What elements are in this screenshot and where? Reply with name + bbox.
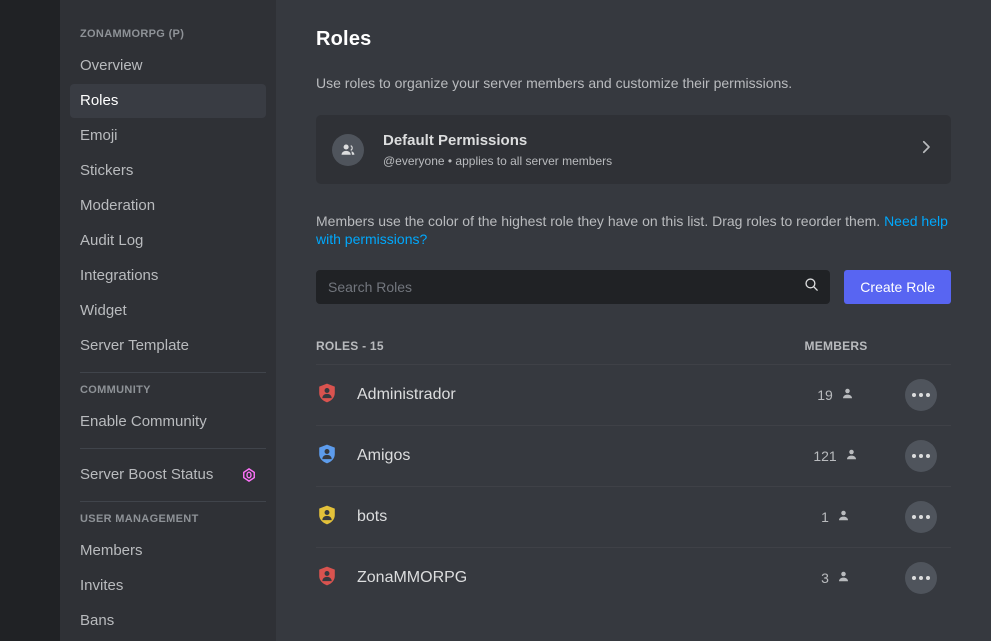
role-shield-icon <box>316 382 338 409</box>
sidebar-item-label: Invites <box>80 577 124 594</box>
create-role-button[interactable]: Create Role <box>844 270 951 304</box>
sidebar-item-moderation[interactable]: Moderation <box>70 189 266 223</box>
sidebar-item-label: Members <box>80 542 143 559</box>
person-icon <box>840 386 855 404</box>
chevron-right-icon <box>917 138 935 161</box>
sidebar-item-emoji[interactable]: Emoji <box>70 119 266 153</box>
table-row[interactable]: Administrador 19 <box>316 364 951 425</box>
sidebar-item-label: Widget <box>80 302 127 319</box>
sidebar-item-label: Moderation <box>80 197 156 214</box>
people-icon <box>332 133 364 166</box>
sidebar-item-enable-community[interactable]: Enable Community <box>70 405 266 439</box>
sidebar-community-header: COMMUNITY <box>80 384 151 396</box>
column-header-members: MEMBERS <box>804 339 868 353</box>
discord-server-settings: ZONAMMORPG (P) Overview Roles Emoji Sticker… <box>0 0 991 641</box>
sidebar-user-management-header: USER MANAGEMENT <box>80 513 199 525</box>
default-permissions-description: @everyone • applies to all server member… <box>383 153 613 168</box>
default-permissions-title: Default Permissions <box>383 131 528 149</box>
search-roles-container[interactable] <box>316 270 831 304</box>
sidebar-item-server-template[interactable]: Server Template <box>70 329 266 363</box>
sidebar-item-label: Overview <box>80 57 143 74</box>
table-row[interactable]: bots 1 <box>316 486 951 547</box>
main-content: Roles Use roles to organize your server … <box>276 0 991 641</box>
page-title: Roles <box>316 28 372 50</box>
role-name: bots <box>357 508 388 525</box>
sidebar-item-label: Roles <box>80 92 119 109</box>
role-shield-icon <box>316 443 338 470</box>
role-member-count-value: 121 <box>813 448 837 464</box>
page-subtitle: Use roles to organize your server member… <box>316 75 793 91</box>
roles-toolbar: Create Role <box>316 270 951 304</box>
sidebar-item-stickers[interactable]: Stickers <box>70 154 266 188</box>
role-member-count-value: 3 <box>821 570 829 586</box>
sidebar-divider <box>80 372 266 373</box>
role-shield-icon <box>316 565 338 592</box>
more-options-icon[interactable] <box>905 562 937 594</box>
role-member-count-value: 19 <box>817 387 833 403</box>
search-input[interactable] <box>328 279 804 295</box>
person-icon <box>836 508 851 526</box>
sidebar-item-invites[interactable]: Invites <box>70 569 266 603</box>
sidebar-left-strip <box>0 0 60 641</box>
role-name: Administrador <box>357 386 456 403</box>
sidebar-item-label: Emoji <box>80 127 118 144</box>
roles-hint-text: Members use the color of the highest rol… <box>316 213 885 229</box>
sidebar-item-bans[interactable]: Bans <box>70 604 266 638</box>
role-member-count: 121 <box>781 447 891 465</box>
sidebar-item-roles[interactable]: Roles <box>70 84 266 118</box>
sidebar-divider <box>80 448 266 449</box>
sidebar-item-label: Bans <box>80 612 115 629</box>
sidebar-item-members[interactable]: Members <box>70 534 266 568</box>
default-permissions-card[interactable]: Default Permissions @everyone • applies … <box>316 115 951 184</box>
sidebar-server-header: ZONAMMORPG (P) <box>80 28 185 40</box>
more-options-icon[interactable] <box>905 379 937 411</box>
more-options-icon[interactable] <box>905 440 937 472</box>
role-member-count: 3 <box>781 569 891 587</box>
sidebar-item-widget[interactable]: Widget <box>70 294 266 328</box>
sidebar-divider <box>80 501 266 502</box>
sidebar-item-overview[interactable]: Overview <box>70 49 266 83</box>
person-icon <box>844 447 859 465</box>
settings-sidebar: ZONAMMORPG (P) Overview Roles Emoji Sticker… <box>60 0 276 641</box>
sidebar-item-label: Stickers <box>80 162 134 179</box>
sidebar-item-server-boost-status[interactable]: Server Boost Status <box>70 458 266 492</box>
sidebar-item-label: Audit Log <box>80 232 144 249</box>
boost-gem-icon <box>242 468 256 482</box>
person-icon <box>836 569 851 587</box>
role-name: Amigos <box>357 447 411 464</box>
table-row[interactable]: Amigos 121 <box>316 425 951 486</box>
column-header-roles: ROLES - 15 <box>316 339 384 353</box>
sidebar-item-label: Server Boost Status <box>80 466 214 483</box>
sidebar-item-label: Enable Community <box>80 413 207 430</box>
table-row[interactable]: ZonaMMORPG 3 <box>316 547 951 608</box>
role-member-count: 1 <box>781 508 891 526</box>
sidebar-item-label: Integrations <box>80 267 159 284</box>
role-name: ZonaMMORPG <box>357 569 468 586</box>
roles-hint: Members use the color of the highest rol… <box>316 212 951 248</box>
sidebar-item-audit-log[interactable]: Audit Log <box>70 224 266 258</box>
more-options-icon[interactable] <box>905 501 937 533</box>
role-member-count: 19 <box>781 386 891 404</box>
sidebar-item-integrations[interactable]: Integrations <box>70 259 266 293</box>
role-member-count-value: 1 <box>821 509 829 525</box>
sidebar-item-label: Server Template <box>80 337 189 354</box>
roles-table-header: ROLES - 15 MEMBERS <box>316 339 951 364</box>
search-icon <box>803 276 820 298</box>
role-shield-icon <box>316 504 338 531</box>
